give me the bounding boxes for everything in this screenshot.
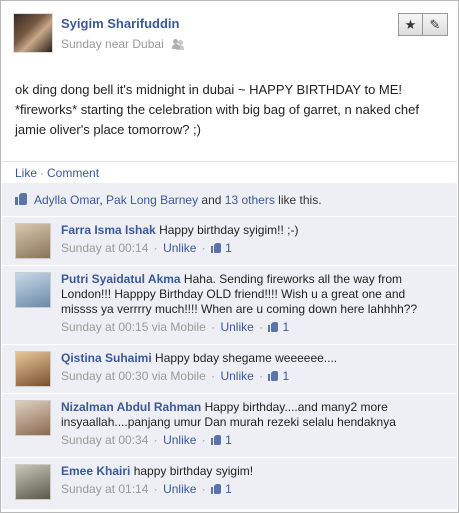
comment-text: Happy birthday syigim!! ;-): [155, 223, 299, 237]
row-separator: [2, 393, 457, 394]
liker-link-1[interactable]: Adylla Omar: [34, 193, 99, 207]
action-separator: ·: [40, 166, 45, 180]
row-separator: [2, 344, 457, 345]
post-actions: Like · Comment: [15, 166, 99, 180]
post-text: ok ding dong bell it's midnight in dubai…: [15, 82, 419, 137]
unlike-link[interactable]: Unlike: [220, 320, 253, 334]
post-time-location[interactable]: Sunday near Dubai: [61, 37, 164, 51]
comment-time[interactable]: Sunday at 01:14: [61, 482, 148, 496]
comment-like-count[interactable]: 1: [225, 433, 232, 447]
comment-time[interactable]: Sunday at 00:15 via Mobile: [61, 320, 206, 334]
facebook-post-panel: Syigim Sharifuddin Sunday near Dubai ★ ✎…: [0, 0, 459, 513]
commenter-avatar[interactable]: [15, 351, 51, 387]
friends-privacy-icon[interactable]: [172, 39, 184, 49]
unlike-link[interactable]: Unlike: [220, 369, 253, 383]
commenter-name-link[interactable]: Qistina Suhaimi: [61, 351, 152, 365]
comment-body: Putri Syaidatul Akma Haha. Sending firew…: [61, 272, 445, 335]
post-divider: [2, 161, 457, 162]
thumbs-up-icon: [211, 243, 222, 253]
commenter-name-link[interactable]: Putri Syaidatul Akma: [61, 272, 181, 286]
comment-time[interactable]: Sunday at 00:30 via Mobile: [61, 369, 206, 383]
comment-body: Emee Khairi happy birthday syigim! Sunda…: [61, 464, 445, 497]
row-separator: [2, 216, 457, 217]
commenter-name-link[interactable]: Emee Khairi: [61, 464, 130, 478]
comment-meta: Sunday at 00:30 via Mobile · Unlike · 1: [61, 369, 290, 383]
comment-body: Nizalman Abdul Rahman Happy birthday....…: [61, 400, 445, 448]
comment-time[interactable]: Sunday at 00:34: [61, 433, 148, 447]
thumbs-up-icon: [211, 484, 222, 494]
post-header: Syigim Sharifuddin Sunday near Dubai ★ ✎: [13, 13, 448, 55]
thumbs-up-icon: [211, 435, 222, 445]
commenter-avatar[interactable]: [15, 400, 51, 436]
comment-meta: Sunday at 00:34 · Unlike · 1: [61, 433, 232, 447]
thumbs-up-icon: [268, 371, 279, 381]
post-meta: Sunday near Dubai: [61, 37, 184, 51]
like-link[interactable]: Like: [15, 166, 37, 180]
comment-meta: Sunday at 01:14 · Unlike · 1: [61, 482, 232, 496]
comment-text: happy birthday syigim!: [130, 464, 254, 478]
post-toolbar: ★ ✎: [398, 13, 448, 36]
comment-body: Farra Isma Ishak Happy birthday syigim!!…: [61, 223, 445, 256]
unlike-link[interactable]: Unlike: [163, 433, 196, 447]
commenter-name-link[interactable]: Nizalman Abdul Rahman: [61, 400, 201, 414]
comment-body: Qistina Suhaimi Happy bday shegame weeee…: [61, 351, 445, 384]
comment-link[interactable]: Comment: [47, 166, 99, 180]
comment-time[interactable]: Sunday at 00:14: [61, 241, 148, 255]
comment-like-count[interactable]: 1: [282, 320, 289, 334]
commenter-name-link[interactable]: Farra Isma Ishak: [61, 223, 156, 237]
star-button[interactable]: ★: [398, 13, 423, 36]
likes-suffix: like this.: [274, 193, 322, 207]
pencil-icon: ✎: [429, 16, 441, 32]
commenter-avatar[interactable]: [15, 223, 51, 259]
likers-others-link[interactable]: 13 others: [225, 193, 275, 207]
author-avatar[interactable]: [13, 13, 53, 53]
thumbs-up-icon: [15, 193, 28, 205]
author-name-link[interactable]: Syigim Sharifuddin: [61, 16, 179, 31]
commenter-avatar[interactable]: [15, 272, 51, 308]
comment-like-count[interactable]: 1: [282, 369, 289, 383]
thumbs-up-icon: [268, 322, 279, 332]
star-icon: ★: [404, 16, 417, 32]
edit-button[interactable]: ✎: [423, 13, 448, 36]
row-separator: [2, 265, 457, 266]
likes-and: and: [198, 193, 225, 207]
comment-like-count[interactable]: 1: [225, 241, 232, 255]
liker-link-2[interactable]: Pak Long Barney: [106, 193, 198, 207]
unlike-link[interactable]: Unlike: [163, 482, 196, 496]
row-separator: [2, 457, 457, 458]
unlike-link[interactable]: Unlike: [163, 241, 196, 255]
comment-meta: Sunday at 00:15 via Mobile · Unlike · 1: [61, 320, 290, 334]
commenter-avatar[interactable]: [15, 464, 51, 500]
comment-meta: Sunday at 00:14 · Unlike · 1: [61, 241, 232, 255]
comment-like-count[interactable]: 1: [225, 482, 232, 496]
likes-summary: Adylla Omar, Pak Long Barney and 13 othe…: [15, 193, 322, 207]
comment-text: Happy bday shegame weeeeee....: [151, 351, 338, 365]
